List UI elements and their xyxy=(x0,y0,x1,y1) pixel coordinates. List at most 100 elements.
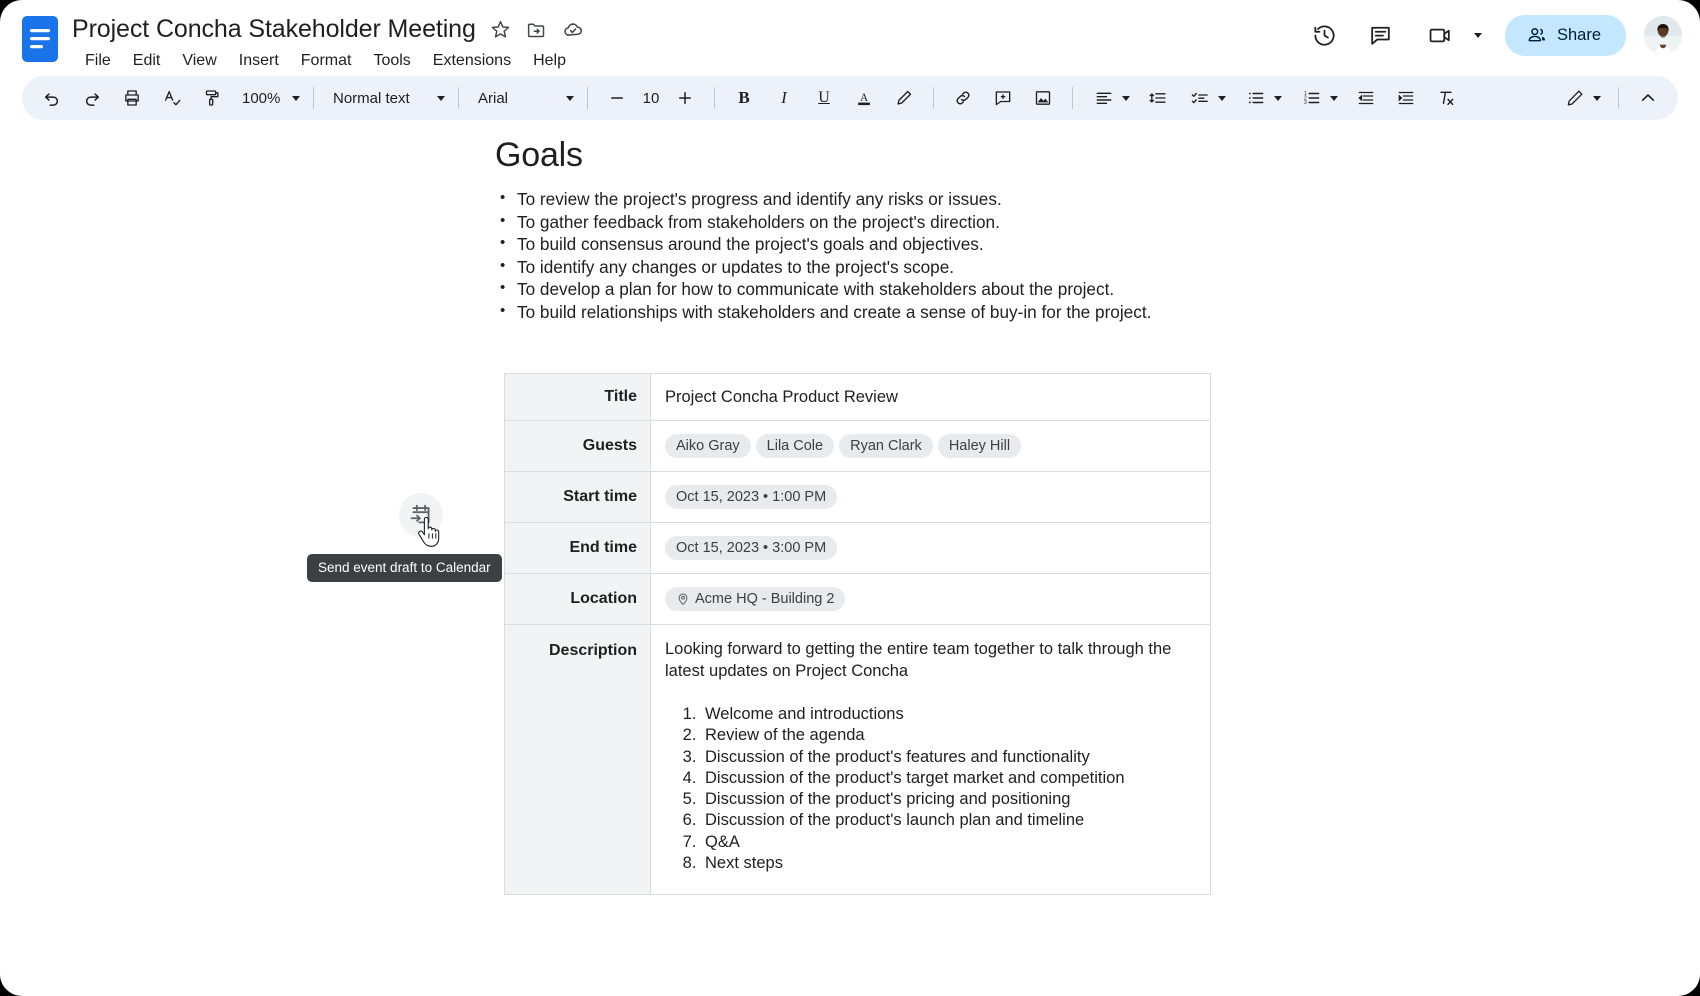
menu-item-format[interactable]: Format xyxy=(290,48,363,74)
chevron-down-icon xyxy=(1593,95,1601,101)
zoom-value: 100% xyxy=(242,89,281,107)
row-value-end-time[interactable]: Oct 15, 2023 • 3:00 PM xyxy=(650,522,1211,574)
redo-icon[interactable] xyxy=(76,82,108,114)
location-chip-label: Acme HQ - Building 2 xyxy=(695,591,835,607)
event-title-text: Project Concha Product Review xyxy=(665,387,898,406)
checklist-menu[interactable] xyxy=(1178,82,1234,114)
star-icon[interactable] xyxy=(490,18,512,40)
account-avatar[interactable] xyxy=(1644,16,1682,54)
guest-chip[interactable]: Haley Hill xyxy=(937,434,1022,458)
location-chip[interactable]: Acme HQ - Building 2 xyxy=(665,587,846,611)
guest-chip[interactable]: Aiko Gray xyxy=(665,434,751,458)
send-event-to-calendar-button[interactable] xyxy=(399,493,443,537)
google-docs-window: Project Concha Stakeholder Meeting File … xyxy=(0,0,1700,996)
row-label-title: Title xyxy=(504,373,651,421)
event-details-table: Title Project Concha Product Review Gues… xyxy=(504,373,1211,896)
font-size-value[interactable]: 10 xyxy=(637,90,665,107)
menu-bar: File Edit View Insert Format Tools Exten… xyxy=(74,48,584,74)
chevron-down-icon xyxy=(437,95,445,101)
spellcheck-icon[interactable] xyxy=(156,82,188,114)
undo-icon[interactable] xyxy=(36,82,68,114)
table-row: End time Oct 15, 2023 • 3:00 PM xyxy=(504,522,1211,574)
share-button[interactable]: Share xyxy=(1504,14,1626,56)
increase-font-size-icon[interactable] xyxy=(669,82,701,114)
document-canvas[interactable]: Goals To review the project's progress a… xyxy=(0,120,1700,988)
version-history-icon[interactable] xyxy=(1304,14,1346,56)
list-item: Q&A xyxy=(701,832,1196,853)
list-item: To develop a plan for how to communicate… xyxy=(498,277,1258,301)
increase-indent-icon[interactable] xyxy=(1390,82,1422,114)
meet-control-group xyxy=(1413,14,1487,56)
hide-menus-icon[interactable] xyxy=(1632,82,1664,114)
row-value-description[interactable]: Looking forward to getting the entire te… xyxy=(650,623,1211,896)
svg-text:3: 3 xyxy=(1304,100,1307,106)
menu-item-tools[interactable]: Tools xyxy=(362,48,421,74)
cloud-saved-icon[interactable] xyxy=(562,18,584,40)
align-menu[interactable] xyxy=(1082,82,1138,114)
paint-format-icon[interactable] xyxy=(196,82,228,114)
insert-image-icon[interactable] xyxy=(1027,82,1059,114)
location-pin-icon xyxy=(676,592,690,606)
table-row: Title Project Concha Product Review xyxy=(504,373,1211,421)
svg-text:A: A xyxy=(860,92,869,104)
menu-item-insert[interactable]: Insert xyxy=(228,48,290,74)
table-row: Start time Oct 15, 2023 • 1:00 PM xyxy=(504,471,1211,523)
divider xyxy=(458,87,459,109)
text-color-icon[interactable]: A xyxy=(848,82,880,114)
editing-mode-menu[interactable] xyxy=(1553,82,1609,114)
row-value-start-time[interactable]: Oct 15, 2023 • 1:00 PM xyxy=(650,471,1211,523)
paragraph-style-select[interactable]: Normal text xyxy=(323,82,449,114)
divider xyxy=(587,87,588,109)
clear-formatting-icon[interactable] xyxy=(1430,82,1462,114)
bulleted-list-menu[interactable] xyxy=(1234,82,1290,114)
decrease-font-size-icon[interactable] xyxy=(601,82,633,114)
underline-icon[interactable]: U xyxy=(808,82,840,114)
meet-dropdown-caret-icon[interactable] xyxy=(1467,20,1487,50)
italic-icon[interactable]: I xyxy=(768,82,800,114)
row-value-guests[interactable]: Aiko Gray Lila Cole Ryan Clark Haley Hill xyxy=(650,420,1211,472)
move-to-folder-icon[interactable] xyxy=(526,18,548,40)
row-value-title[interactable]: Project Concha Product Review xyxy=(650,373,1211,421)
insert-link-icon[interactable] xyxy=(947,82,979,114)
menu-item-extensions[interactable]: Extensions xyxy=(422,48,522,74)
comment-history-icon[interactable] xyxy=(1360,14,1402,56)
bold-icon[interactable]: B xyxy=(728,82,760,114)
row-label-start-time: Start time xyxy=(504,471,651,523)
list-item: Discussion of the product's target marke… xyxy=(701,768,1196,789)
row-label-guests: Guests xyxy=(504,420,651,472)
list-item: Next steps xyxy=(701,853,1196,874)
menu-item-edit[interactable]: Edit xyxy=(122,48,172,74)
decrease-indent-icon[interactable] xyxy=(1350,82,1382,114)
font-size-stepper: 10 xyxy=(597,82,705,114)
line-spacing-icon[interactable] xyxy=(1142,82,1174,114)
google-docs-logo[interactable] xyxy=(22,16,58,62)
guest-chip[interactable]: Ryan Clark xyxy=(839,434,933,458)
numbered-list-menu[interactable]: 1 2 3 xyxy=(1290,82,1346,114)
table-row: Description Looking forward to getting t… xyxy=(504,623,1211,896)
menu-item-help[interactable]: Help xyxy=(522,48,577,74)
chevron-down-icon xyxy=(1218,95,1226,101)
font-family-value: Arial xyxy=(478,89,509,107)
highlight-color-icon[interactable] xyxy=(888,82,920,114)
document-title[interactable]: Project Concha Stakeholder Meeting xyxy=(72,15,476,44)
row-value-location[interactable]: Acme HQ - Building 2 xyxy=(650,573,1211,625)
list-item: To gather feedback from stakeholders on … xyxy=(498,210,1258,234)
add-comment-icon[interactable] xyxy=(987,82,1019,114)
list-item: Review of the agenda xyxy=(701,725,1196,746)
menu-item-view[interactable]: View xyxy=(171,48,227,74)
menu-item-file[interactable]: File xyxy=(74,48,122,74)
zoom-select[interactable]: 100% xyxy=(232,82,304,114)
print-icon[interactable] xyxy=(116,82,148,114)
table-row: Location Acme HQ - Building 2 xyxy=(504,573,1211,625)
meet-icon[interactable] xyxy=(1420,14,1462,56)
list-item: Welcome and introductions xyxy=(701,704,1196,725)
send-event-to-calendar-icon xyxy=(410,504,430,524)
start-time-chip[interactable]: Oct 15, 2023 • 1:00 PM xyxy=(665,485,838,509)
end-time-chip[interactable]: Oct 15, 2023 • 3:00 PM xyxy=(665,536,838,560)
guest-chip[interactable]: Lila Cole xyxy=(755,434,835,458)
divider xyxy=(714,87,715,109)
share-button-label: Share xyxy=(1556,25,1601,44)
title-row: Project Concha Stakeholder Meeting xyxy=(72,12,584,46)
font-family-select[interactable]: Arial xyxy=(468,82,578,114)
list-item: Discussion of the product's pricing and … xyxy=(701,789,1196,810)
